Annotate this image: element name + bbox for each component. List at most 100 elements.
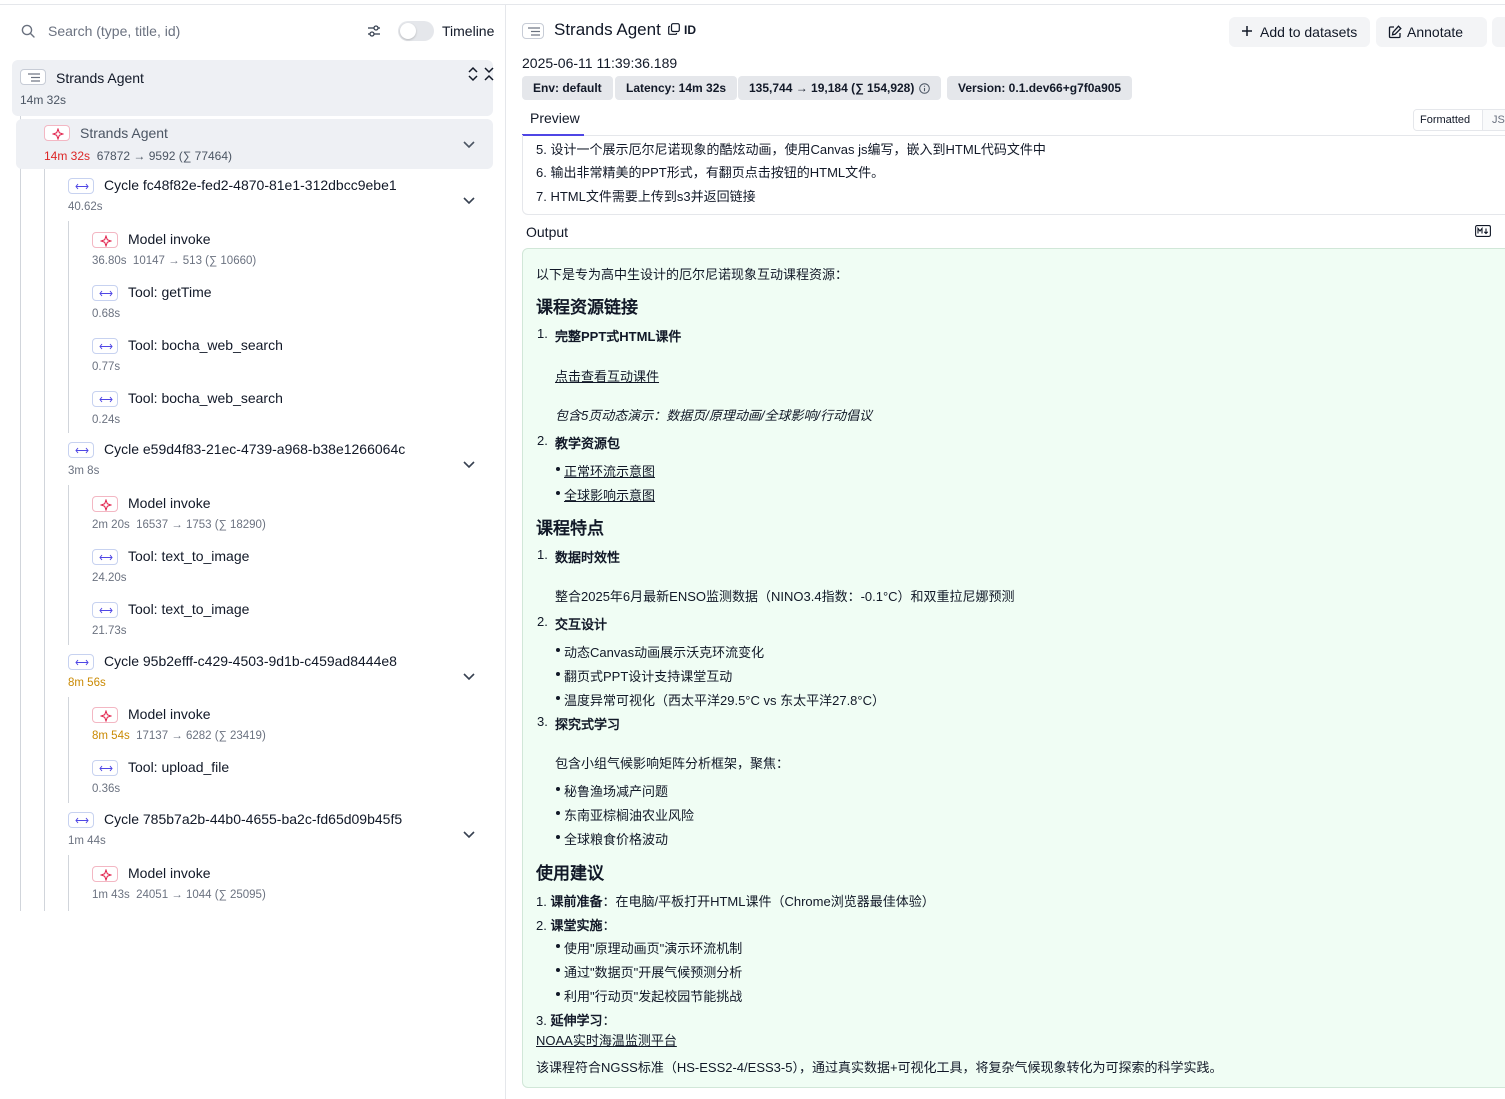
tool-icon [92,285,118,301]
node-meta: 1m 43s 24051 → 1044 (∑ 25095) [92,889,266,901]
tree-guide-line [68,485,69,645]
trace-root-duration: 14m 32s [20,93,67,107]
edit-icon [1388,25,1402,39]
bullet [556,491,560,495]
list-number: 2. [537,614,548,629]
bullet [556,467,560,471]
resource-link[interactable]: 全球影响示意图 [564,485,655,504]
llm-icon [92,866,118,882]
sliders-icon[interactable] [366,23,382,39]
input-line: 6. 输出非常精美的PPT形式，有翻页点击按钮的HTML文件。 [536,165,885,180]
node-title: Model invoke [128,865,211,881]
annotate-label: Annotate [1407,24,1464,40]
copy-id-button[interactable]: ID [684,23,696,37]
chevron-down-icon[interactable] [463,673,475,681]
courseware-link[interactable]: 点击查看互动课件 [555,366,659,385]
tool-icon [92,338,118,354]
chevron-down-icon[interactable] [463,197,475,205]
bullet [556,787,560,791]
output-content: 以下是专为高中生设计的厄尔尼诺现象互动课程资源： 课程资源链接 1. 完整PPT… [522,248,1505,1088]
chevron-down-icon[interactable] [463,831,475,839]
usage-prefix: 2. [536,918,551,933]
list-item-title: 教学资源包 [555,436,621,451]
tool-node[interactable]: Tool: text_to_image 21.73s [84,599,484,643]
cycle-node[interactable]: Cycle 785b7a2b-44b0-4655-ba2c-fd65d09b45… [60,809,490,853]
llm-icon [92,496,118,512]
chevron-down-icon[interactable] [463,141,475,149]
agent-span-duration: 14m 32s [44,149,91,163]
output-heading: 课程资源链接 [536,298,638,317]
model-invoke-node[interactable]: Model invoke 2m 20s 16537 → 1753 (∑ 1829… [84,493,484,537]
timeline-label: Timeline [442,23,495,39]
bullet [556,811,560,815]
node-tokens: 16537 → 1753 (∑ 18290) [136,519,266,531]
markdown-icon[interactable] [1475,225,1491,237]
node-meta: 2m 20s 16537 → 1753 (∑ 18290) [92,519,266,531]
agent-span-node[interactable]: Strands Agent 14m 32s 67872 → 9592 (∑ 77… [16,119,493,169]
tool-node[interactable]: Tool: bocha_web_search 0.24s [84,388,484,432]
timestamp: 2025-06-11 11:39:36.189 [522,55,678,71]
usage-prefix: 1. [536,894,551,909]
copy-icon[interactable] [668,23,680,35]
llm-icon [92,707,118,723]
add-to-datasets-button[interactable]: Add to datasets [1229,17,1370,47]
info-icon[interactable] [919,83,931,94]
tool-node[interactable]: Tool: getTime 0.68s [84,282,484,326]
tool-node[interactable]: Tool: text_to_image 24.20s [84,546,484,590]
bullet-text: 翻页式PPT设计支持课堂互动 [564,669,733,684]
courseware-note: 包含5页动态演示：数据页/原理动画/全球影响/行动倡议 [555,408,873,423]
bullet-text: 全球粮食价格波动 [564,832,669,847]
model-invoke-node[interactable]: Model invoke 1m 43s 24051 → 1044 (∑ 2509… [84,863,484,907]
llm-icon [92,232,118,248]
tree-guide-line [68,221,69,433]
tool-icon [92,549,118,565]
node-duration: 0.24s [92,414,121,426]
chevron-down-icon[interactable] [463,461,475,469]
node-duration: 0.77s [92,361,121,373]
output-label: Output [526,224,569,240]
node-duration: 2m 20s [92,519,130,531]
node-title: Tool: getTime [128,284,212,300]
cycle-node[interactable]: Cycle e59d4f83-21ec-4739-a968-b38e126606… [60,439,490,483]
annotate-button[interactable]: Annotate [1376,17,1487,47]
tab-preview[interactable]: Preview [522,109,584,136]
trace-root-node[interactable]: Strands Agent 14m 32s [12,60,495,116]
view-json-button[interactable]: JSON [1483,110,1505,130]
tool-icon [92,760,118,776]
view-formatted-button[interactable]: Formatted [1414,110,1483,130]
cycle-node[interactable]: Cycle fc48f82e-fed2-4870-81e1-312dbcc9eb… [60,175,490,219]
bullet [556,992,560,996]
list-item-title: 交互设计 [555,617,608,632]
cycle-title: Cycle 785b7a2b-44b0-4655-ba2c-fd65d09b45… [104,811,403,827]
comment-button[interactable] [1492,17,1505,47]
node-title: Model invoke [128,231,211,247]
tool-node[interactable]: Tool: bocha_web_search 0.77s [84,335,484,379]
resource-link[interactable]: 正常环流示意图 [564,461,655,480]
latency-badge: Latency: 14m 32s [615,76,738,100]
noaa-link[interactable]: NOAA实时海温监测平台 [536,1030,677,1049]
usage-prefix: 3. [536,1013,551,1028]
model-invoke-node[interactable]: Model invoke 8m 54s 17137 → 6282 (∑ 2341… [84,704,484,748]
cycle-title: Cycle 95b2efff-c429-4503-9d1b-c459ad8444… [104,653,397,669]
node-title: Tool: upload_file [128,759,230,775]
node-duration: 1m 43s [92,889,130,901]
node-title: Tool: text_to_image [128,548,250,564]
node-duration: 8m 54s [92,730,130,742]
cycle-node[interactable]: Cycle 95b2efff-c429-4503-9d1b-c459ad8444… [60,651,490,695]
bullet [556,835,560,839]
collapse-icon[interactable] [483,66,495,82]
tree-guide-line [20,116,21,911]
tool-node[interactable]: Tool: upload_file 0.36s [84,757,484,801]
timeline-toggle[interactable] [398,21,434,41]
bullet [556,696,560,700]
cycle-duration: 40.62s [68,201,103,213]
tool-icon [92,602,118,618]
bullet [556,648,560,652]
search-input[interactable] [42,19,342,43]
node-duration: 0.36s [92,783,121,795]
search-bar: Timeline [0,5,505,57]
agent-span-tokens: 67872 → 9592 (∑ 77464) [96,149,233,163]
model-invoke-node[interactable]: Model invoke 36.80s 10147 → 513 (∑ 10660… [84,229,484,273]
expand-icon[interactable] [467,66,479,82]
cycle-icon [68,178,94,194]
